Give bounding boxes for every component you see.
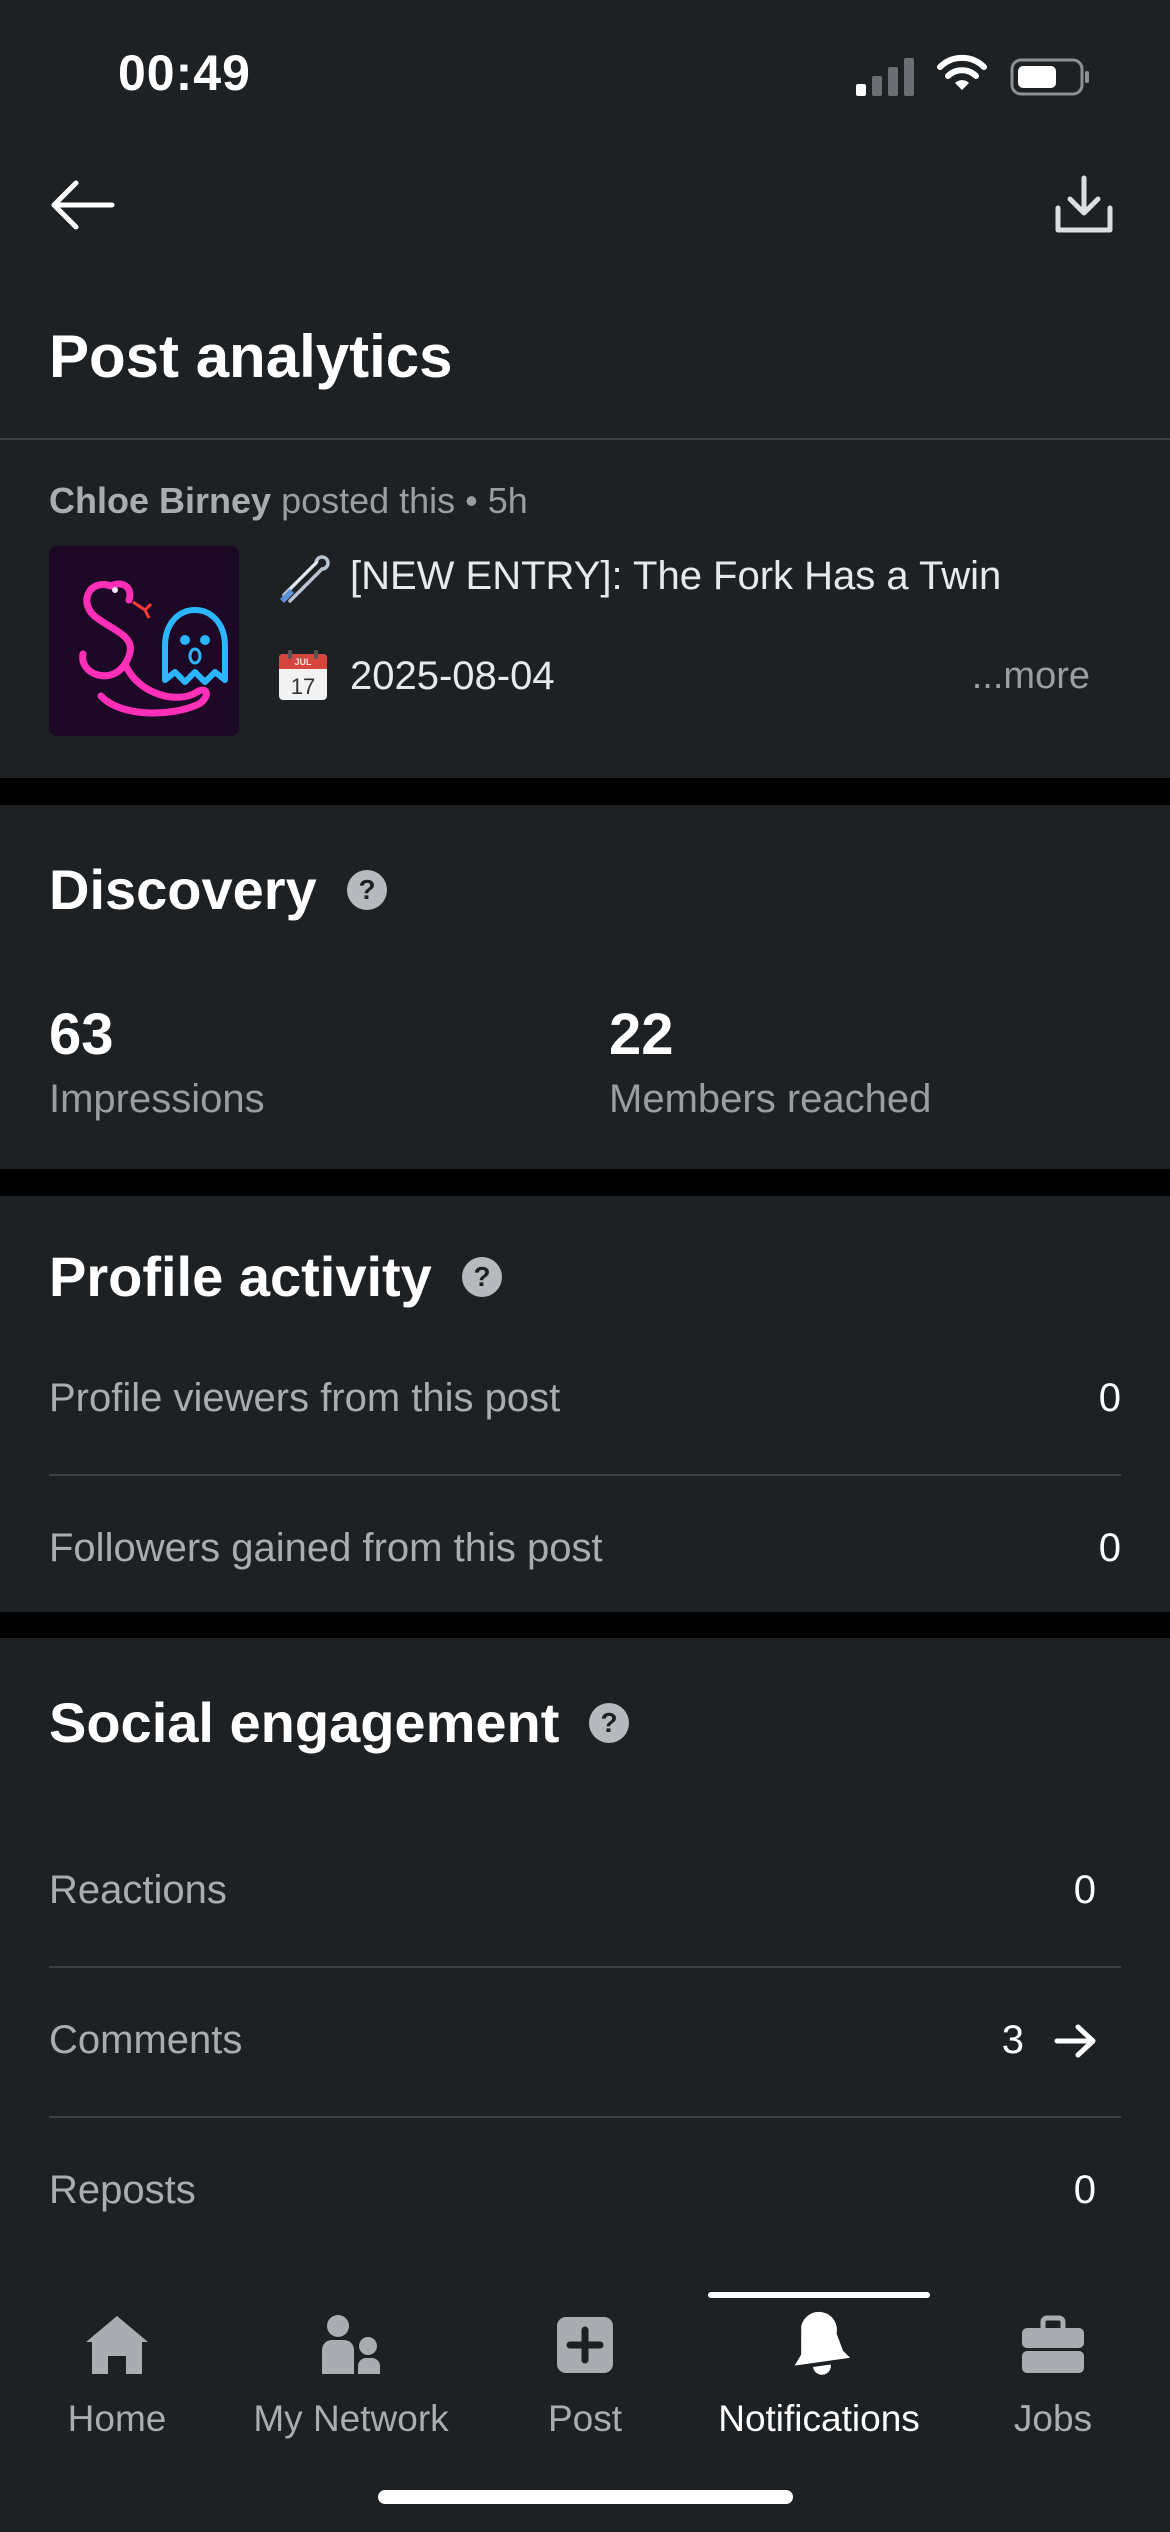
profile-activity-title-text: Profile activity: [49, 1245, 432, 1308]
post-meta: Chloe Birney posted this • 5h: [49, 480, 528, 522]
profile-activity-title: Profile activity ?: [49, 1244, 504, 1309]
more-link[interactable]: ...more: [972, 646, 1090, 706]
network-icon: [322, 2315, 380, 2374]
members-reached-label: Members reached: [609, 1077, 932, 1121]
safety-pin-icon: [280, 555, 330, 603]
followers-gained-label: Followers gained from this post: [49, 1526, 603, 1570]
post-card[interactable]: Chloe Birney posted this • 5h [NEW ENTRY…: [0, 440, 1170, 778]
bell-icon: [794, 2311, 851, 2375]
members-reached-value: 22: [609, 1002, 674, 1067]
battery-icon: [1010, 58, 1089, 96]
post-date-line[interactable]: JUL 17 2025-08-04: [276, 646, 555, 706]
followers-gained-value: 0: [1098, 1526, 1121, 1570]
tab-notifications[interactable]: Notifications: [702, 2310, 936, 2470]
comments-label: Comments: [49, 2018, 243, 2062]
discovery-section: Discovery ? 63 Impressions 22 Members re…: [0, 805, 1170, 1169]
social-engagement-section: Social engagement ? Reactions 0 Comments…: [0, 1638, 1170, 2278]
social-engagement-title-text: Social engagement: [49, 1691, 560, 1754]
svg-text:?: ?: [601, 1707, 618, 1738]
post-title: [NEW ENTRY]: The Fork Has a Twin: [350, 553, 1002, 598]
divider: [49, 2116, 1121, 2118]
tab-my-network[interactable]: My Network: [234, 2310, 468, 2470]
svg-text:?: ?: [358, 874, 375, 905]
svg-text:?: ?: [473, 1261, 490, 1292]
home-indicator[interactable]: [378, 2490, 793, 2504]
divider: [49, 1474, 1121, 1476]
tab-post-label: Post: [547, 2398, 623, 2439]
help-icon[interactable]: ?: [345, 868, 389, 912]
tab-home-label: Home: [67, 2398, 167, 2439]
tab-notifications-label: Notifications: [718, 2398, 920, 2439]
post-meta-suffix: posted this • 5h: [281, 480, 528, 521]
calendar-day: 17: [291, 674, 315, 699]
reactions-value: 0: [1073, 1868, 1096, 1912]
status-time: 00:49: [118, 45, 251, 101]
status-bar: 00:49: [0, 0, 1170, 150]
tab-jobs[interactable]: Jobs: [936, 2310, 1170, 2470]
cellular-signal-icon: [856, 58, 914, 96]
app-root: 00:49 Post analytics Chloe Birney posted…: [0, 0, 1170, 2532]
calendar-month: JUL: [294, 657, 312, 667]
impressions-label: Impressions: [49, 1077, 265, 1121]
briefcase-icon: [1022, 2315, 1084, 2373]
divider: [49, 1966, 1121, 1968]
post-title-line[interactable]: [NEW ENTRY]: The Fork Has a Twin: [276, 546, 1001, 606]
tab-home[interactable]: Home: [0, 2310, 234, 2470]
social-engagement-title: Social engagement ?: [49, 1690, 631, 1755]
post-date: 2025-08-04: [350, 653, 555, 698]
discovery-title-text: Discovery: [49, 858, 317, 921]
tab-post[interactable]: Post: [468, 2310, 702, 2470]
home-icon: [86, 2316, 148, 2374]
tab-my-network-label: My Network: [253, 2398, 449, 2439]
discovery-title: Discovery ?: [49, 857, 389, 922]
tab-jobs-label: Jobs: [1013, 2398, 1093, 2439]
wifi-icon: [937, 54, 987, 90]
reactions-label: Reactions: [49, 1868, 227, 1912]
reposts-label: Reposts: [49, 2168, 196, 2212]
help-icon[interactable]: ?: [587, 1701, 631, 1745]
help-icon[interactable]: ?: [460, 1255, 504, 1299]
download-icon[interactable]: [1052, 172, 1116, 238]
active-tab-indicator: [708, 2292, 930, 2298]
profile-activity-section: Profile activity ? Profile viewers from …: [0, 1196, 1170, 1612]
profile-viewers-label: Profile viewers from this post: [49, 1376, 561, 1420]
impressions-value: 63: [49, 1002, 114, 1067]
top-navigation: Post analytics: [0, 150, 1170, 440]
back-arrow-icon[interactable]: [46, 174, 118, 236]
reposts-value: 0: [1073, 2168, 1096, 2212]
page-title: Post analytics: [49, 323, 453, 390]
post-author[interactable]: Chloe Birney: [49, 480, 271, 521]
calendar-icon: JUL 17: [279, 650, 327, 700]
post-thumbnail[interactable]: [49, 546, 239, 736]
plus-icon: [557, 2317, 613, 2373]
arrow-right-icon[interactable]: [1054, 2023, 1098, 2059]
profile-viewers-value: 0: [1098, 1376, 1121, 1420]
comments-value: 3: [1001, 2018, 1024, 2062]
